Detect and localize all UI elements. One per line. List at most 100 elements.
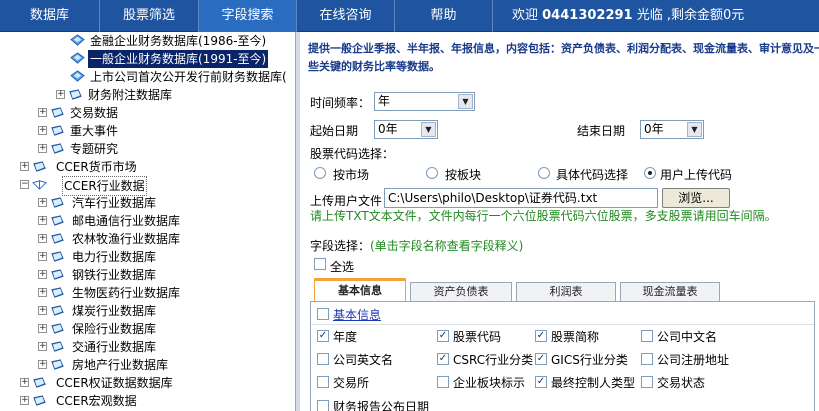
group-title-link[interactable]: 基本信息	[333, 306, 381, 323]
welcome-suffix: 光临 ,剩余金额0元	[632, 8, 745, 23]
tree-item-agriculture-industry[interactable]: + 农林牧渔行业数据库	[0, 230, 295, 248]
tree-item-label: 上市公司首次公开发行前财务数据库(	[90, 70, 287, 84]
group-checkbox[interactable]	[317, 308, 329, 320]
start-date-select[interactable]: 0年 ▼	[374, 120, 438, 139]
tree-item-label: CCER权证数据数据库	[56, 376, 173, 390]
upload-file-input[interactable]: C:\Users\philo\Desktop\证券代码.txt	[384, 188, 658, 208]
top-navigation-bar: 数据库 股票筛选 字段搜索 在线咨询 帮助 欢迎 0441302291 光临 ,…	[0, 0, 819, 32]
book-icon	[32, 394, 47, 407]
tree-item-ipo-db[interactable]: 上市公司首次公开发行前财务数据库(	[0, 68, 295, 86]
tree-item-notes-db[interactable]: + 财务附注数据库	[0, 86, 295, 104]
radio-by-sector[interactable]	[426, 167, 438, 179]
expand-icon[interactable]: +	[38, 252, 47, 261]
tree-item-steel-industry[interactable]: + 钢铁行业数据库	[0, 266, 295, 284]
frequency-select[interactable]: 年 ▼	[374, 92, 475, 111]
chevron-down-icon: ▼	[421, 122, 436, 137]
query-form: 提供一般企业季报、半年报、年报信息，内容包括：资产负债表、利润分配表、现金流量表…	[300, 32, 819, 411]
radio-label: 按市场	[333, 168, 370, 182]
expand-icon[interactable]: +	[56, 90, 65, 99]
nav-item-field-search[interactable]: 字段搜索	[199, 0, 297, 32]
field-checkbox-company-cn-name[interactable]	[641, 330, 653, 342]
tree-item-transport-industry[interactable]: + 交通行业数据库	[0, 338, 295, 356]
tab-cash-flow[interactable]: 现金流量表	[620, 282, 720, 301]
expand-icon[interactable]: +	[38, 126, 47, 135]
field-checkbox-csrc-industry[interactable]: ✓	[437, 353, 449, 365]
tree-item-ccer-warrant-db[interactable]: + CCER权证数据数据库	[0, 374, 295, 392]
field-checkbox-report-date[interactable]	[317, 400, 329, 411]
collapse-icon[interactable]: −	[20, 180, 29, 189]
tree-item-special-research[interactable]: + 专题研究	[0, 140, 295, 158]
tree-item-biomedical-industry[interactable]: + 生物医药行业数据库	[0, 284, 295, 302]
field-checkbox-year[interactable]: ✓	[317, 330, 329, 342]
field-checkbox-gics-industry[interactable]: ✓	[535, 353, 547, 365]
expand-icon[interactable]: +	[20, 396, 29, 405]
field-checkbox-board-flag[interactable]	[437, 376, 449, 388]
field-select-hint: (单击字段名称查看字段释义)	[370, 239, 524, 253]
expand-icon[interactable]: +	[38, 270, 47, 279]
tree-item-auto-industry[interactable]: + 汽车行业数据库	[0, 194, 295, 212]
radio-by-market[interactable]	[314, 167, 326, 179]
start-date-value: 0年	[378, 122, 398, 136]
tree-item-label: 交易数据	[70, 106, 119, 120]
tree-item-major-events[interactable]: + 重大事件	[0, 122, 295, 140]
field-label: 股票代码	[453, 330, 502, 344]
field-checkbox-stock-code[interactable]: ✓	[437, 330, 449, 342]
field-checkbox-controller-type[interactable]: ✓	[535, 376, 547, 388]
expand-icon[interactable]: +	[38, 108, 47, 117]
tree-item-power-industry[interactable]: + 电力行业数据库	[0, 248, 295, 266]
tree-item-coal-industry[interactable]: + 煤炭行业数据库	[0, 302, 295, 320]
tree-item-ccer-macro-data[interactable]: + CCER宏观数据	[0, 392, 295, 410]
tree-item-insurance-industry[interactable]: + 保险行业数据库	[0, 320, 295, 338]
tree-item-label: 农林牧渔行业数据库	[72, 232, 181, 246]
expand-icon[interactable]: +	[38, 306, 47, 315]
tree-item-telecom-industry[interactable]: + 邮电通信行业数据库	[0, 212, 295, 230]
nav-item-stock-screening[interactable]: 股票筛选	[100, 0, 199, 32]
tab-balance-sheet[interactable]: 资产负债表	[410, 282, 512, 301]
expand-icon[interactable]: +	[38, 198, 47, 207]
expand-icon[interactable]: +	[20, 378, 29, 387]
field-checkbox-stock-name[interactable]: ✓	[535, 330, 547, 342]
expand-icon[interactable]: +	[38, 144, 47, 153]
database-description: 提供一般企业季报、半年报、年报信息，内容包括：资产负债表、利润分配表、现金流量表…	[308, 42, 819, 73]
browse-button[interactable]: 浏览...	[662, 188, 730, 208]
expand-icon[interactable]: +	[38, 342, 47, 351]
select-all-checkbox[interactable]	[314, 258, 326, 270]
start-date-label: 起始日期	[310, 124, 359, 138]
tree-item-real-estate-industry[interactable]: + 房地产行业数据库	[0, 356, 295, 374]
tree-item-financial-enterprise-db[interactable]: 金融企业财务数据库(1986-至今)	[0, 32, 295, 50]
expand-icon[interactable]: +	[20, 162, 29, 171]
tree-item-ccer-money-market[interactable]: + CCER货币市场	[0, 158, 295, 176]
nav-item-help[interactable]: 帮助	[395, 0, 493, 32]
field-checkbox-company-en-name[interactable]	[317, 353, 329, 365]
tree-item-general-enterprise-db[interactable]: 一般企业财务数据库(1991-至今)	[0, 50, 295, 68]
nav-item-database[interactable]: 数据库	[0, 0, 100, 32]
book-icon	[50, 286, 65, 299]
tree-item-ccer-industry-data[interactable]: − CCER行业数据	[0, 176, 295, 196]
expand-icon[interactable]: +	[38, 288, 47, 297]
radio-specific-code[interactable]	[538, 167, 550, 179]
field-checkbox-exchange[interactable]	[317, 376, 329, 388]
tree-item-trading-data[interactable]: + 交易数据	[0, 104, 295, 122]
expand-icon[interactable]: +	[38, 324, 47, 333]
field-checkbox-registered-address[interactable]	[641, 353, 653, 365]
radio-user-upload[interactable]	[644, 167, 656, 179]
end-date-value: 0年	[644, 122, 664, 136]
radio-label: 具体代码选择	[556, 168, 629, 182]
expand-icon[interactable]: +	[38, 234, 47, 243]
book-icon	[50, 214, 65, 227]
tree-item-label: 交通行业数据库	[72, 340, 157, 354]
radio-label: 用户上传代码	[660, 168, 733, 182]
tab-basic-info[interactable]: 基本信息	[314, 278, 406, 302]
end-date-select[interactable]: 0年 ▼	[640, 120, 704, 139]
expand-icon[interactable]: +	[38, 216, 47, 225]
book-icon	[50, 304, 65, 317]
frequency-label: 时间频率：	[310, 96, 371, 110]
field-label: GICS行业分类	[551, 353, 628, 367]
nav-item-online-consult[interactable]: 在线咨询	[297, 0, 395, 32]
expand-icon[interactable]: +	[38, 360, 47, 369]
field-checkbox-trading-status[interactable]	[641, 376, 653, 388]
book-icon	[50, 322, 65, 335]
field-panel: 基本信息 ✓ 年度 ✓ 股票代码 ✓ 股票简称 公司中文名 公司英文名 ✓ CS…	[310, 302, 815, 411]
tab-income-statement[interactable]: 利润表	[516, 282, 616, 301]
field-label: 最终控制人类型	[551, 376, 636, 390]
